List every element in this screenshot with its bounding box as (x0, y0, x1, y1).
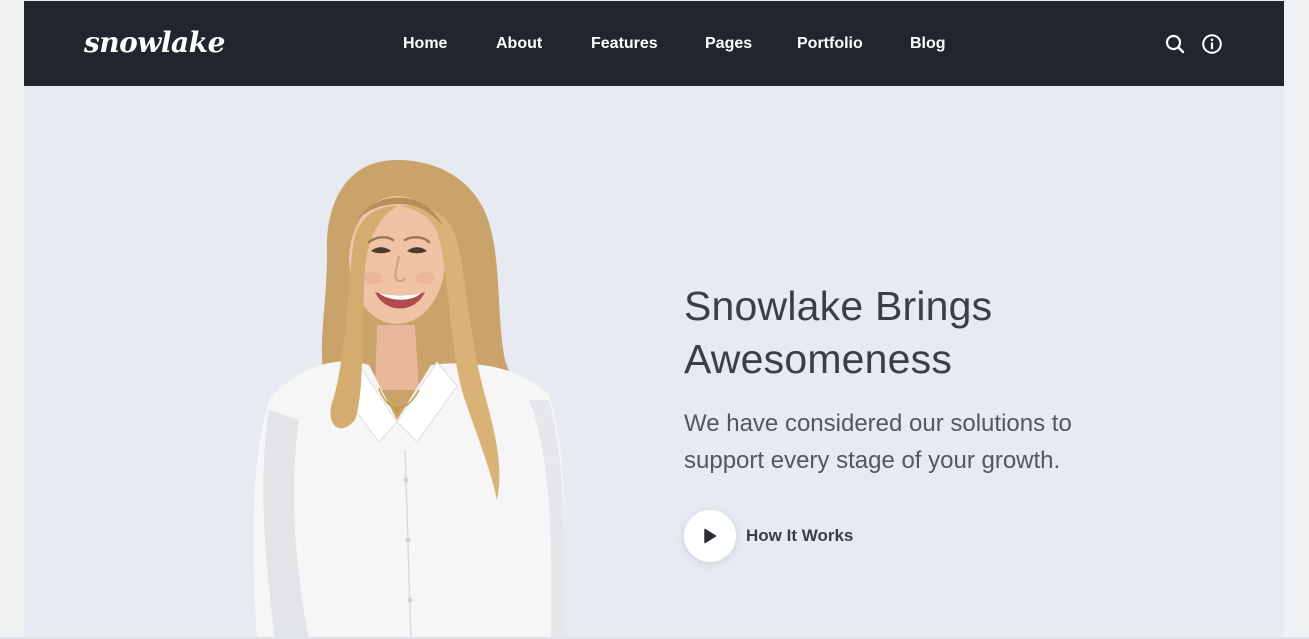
hero-subtitle-line-2: support every stage of your growth. (684, 447, 1061, 474)
how-it-works-button[interactable]: How It Works (684, 510, 853, 562)
nav-item-features[interactable]: Features (591, 33, 658, 55)
page-frame: snowlake Home About Features Pages Portf… (24, 0, 1284, 639)
info-icon[interactable] (1201, 33, 1223, 55)
how-it-works-label: How It Works (746, 526, 854, 545)
nav-item-home[interactable]: Home (403, 33, 447, 55)
hero-subtitle-line-1: We have considered our solutions to (684, 410, 1072, 437)
nav-item-portfolio[interactable]: Portfolio (797, 33, 863, 55)
hero-title-line-2: Awesomeness (684, 336, 953, 382)
hero-title: Snowlake Brings Awesomeness (684, 280, 1204, 386)
play-button[interactable] (684, 510, 736, 562)
play-icon (704, 528, 717, 544)
nav-menu: Home About Features Pages Portfolio Blog (24, 1, 1284, 86)
nav-item-blog[interactable]: Blog (910, 33, 946, 55)
nav-item-pages[interactable]: Pages (705, 33, 752, 55)
search-icon[interactable] (1164, 33, 1186, 55)
nav-item-about[interactable]: About (496, 33, 542, 55)
hero-title-line-1: Snowlake Brings (684, 283, 993, 329)
hero-portrait-image (229, 150, 589, 639)
navbar: snowlake Home About Features Pages Portf… (24, 1, 1284, 86)
hero-subtitle: We have considered our solutions to supp… (684, 405, 1154, 479)
